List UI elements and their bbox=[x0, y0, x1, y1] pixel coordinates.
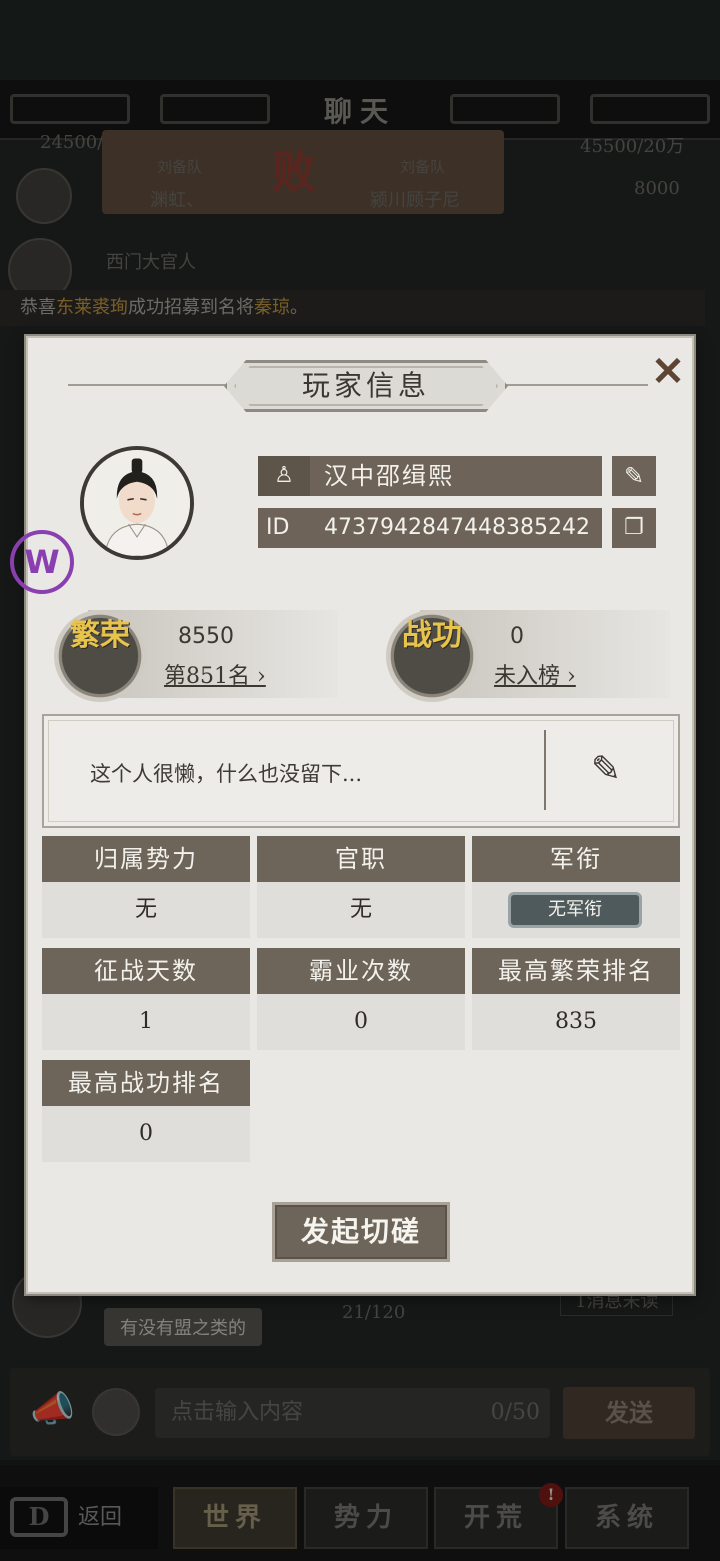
best-merit-rank-value: 0 bbox=[42, 1106, 250, 1162]
signature-divider bbox=[544, 730, 546, 810]
merit-rank: 未入榜 bbox=[494, 664, 561, 689]
brush-edit-icon[interactable]: ✎ bbox=[612, 456, 656, 496]
best-prosperity-rank-label: 最高繁荣排名 bbox=[472, 948, 680, 994]
faction-value: 无 bbox=[42, 882, 250, 938]
hegemony-count-value: 0 bbox=[257, 994, 465, 1050]
prosperity-rank-link[interactable]: 第851名 › bbox=[164, 658, 266, 690]
modal-title: 玩家信息 bbox=[301, 369, 430, 402]
merit-rank-link[interactable]: 未入榜 › bbox=[494, 658, 576, 690]
faction-label: 归属势力 bbox=[42, 836, 250, 882]
official-post-value: 无 bbox=[257, 882, 465, 938]
best-prosperity-rank-value: 835 bbox=[472, 994, 680, 1050]
person-icon: ♙ bbox=[258, 456, 310, 496]
title-divider-left bbox=[68, 384, 248, 386]
best-merit-rank-label: 最高战功排名 bbox=[42, 1060, 250, 1106]
copy-id-icon[interactable]: ❐ bbox=[612, 508, 656, 548]
official-post-label: 官职 bbox=[257, 836, 465, 882]
player-info-modal: 玩家信息 ✕ ♙ 汉中邵缉熙 ✎ ID 4737942847448385242 … bbox=[10, 336, 694, 1294]
campaign-days-label: 征战天数 bbox=[42, 948, 250, 994]
chevron-right-icon: › bbox=[560, 664, 576, 689]
prosperity-rank: 第851名 bbox=[164, 664, 250, 689]
close-icon[interactable]: ✕ bbox=[648, 352, 688, 392]
challenge-spar-button[interactable]: 发起切磋 bbox=[272, 1202, 450, 1262]
portrait-icon bbox=[84, 450, 190, 556]
military-rank-value: 无军衔 bbox=[508, 892, 642, 928]
signature-text: 这个人很懒，什么也没留下... bbox=[90, 762, 363, 786]
military-rank-label: 军衔 bbox=[472, 836, 680, 882]
merit-medal-label: 战功 bbox=[402, 618, 462, 653]
floating-w-badge-icon[interactable]: W bbox=[10, 530, 74, 594]
merit-value: 0 bbox=[510, 624, 524, 649]
prosperity-medal-label: 繁荣 bbox=[70, 618, 130, 653]
campaign-days-value: 1 bbox=[42, 994, 250, 1050]
hegemony-count-label: 霸业次数 bbox=[257, 948, 465, 994]
id-label: ID bbox=[266, 515, 290, 540]
player-name: 汉中邵缉熙 bbox=[324, 462, 454, 490]
player-avatar[interactable] bbox=[80, 446, 194, 560]
brush-edit-icon[interactable]: ✎ bbox=[578, 742, 634, 798]
prosperity-value: 8550 bbox=[178, 624, 234, 649]
player-id: 4737942847448385242 bbox=[324, 515, 590, 540]
chevron-right-icon: › bbox=[250, 664, 266, 689]
title-divider-right bbox=[498, 384, 648, 386]
